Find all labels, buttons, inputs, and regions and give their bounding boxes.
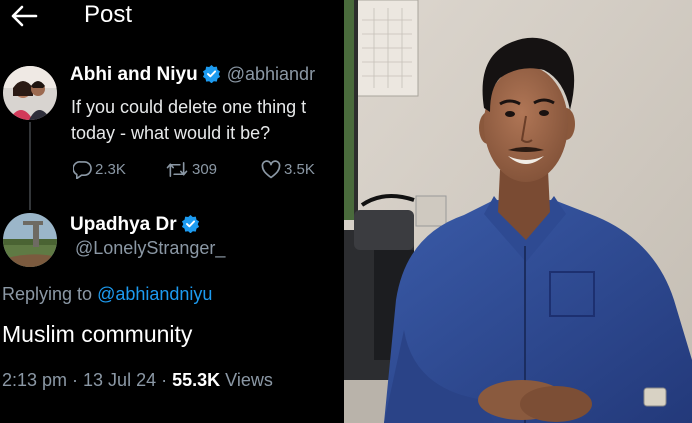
replying-to-mention[interactable]: @abhiandniyu	[97, 284, 212, 304]
reply-author-avatar[interactable]	[3, 213, 57, 267]
post-header: Post	[0, 0, 344, 40]
like-button[interactable]: 3.5K	[261, 160, 315, 179]
verified-badge-icon	[181, 214, 200, 239]
reply-button[interactable]: 2.3K	[73, 160, 126, 179]
reply-icon	[73, 160, 92, 179]
views-label: Views	[220, 370, 273, 390]
reply-text: Muslim community	[2, 321, 193, 347]
post-text-line-1: If you could delete one thing t	[71, 97, 307, 117]
author-handle[interactable]: @abhiandr	[227, 64, 315, 84]
thread-line	[29, 122, 31, 210]
repost-count: 309	[192, 161, 218, 178]
reply-author-handle[interactable]: @LonelyStranger_	[75, 238, 225, 259]
person-photo	[344, 0, 692, 423]
post-text-line-2: today - what would it be?	[71, 123, 271, 143]
reply-timestamp[interactable]: 2:13 pm · 13 Jul 24 ·	[2, 370, 172, 390]
verified-badge-icon	[202, 64, 221, 89]
reply-meta: 2:13 pm · 13 Jul 24 · 55.3K Views	[2, 370, 273, 391]
author-avatar[interactable]	[3, 66, 57, 120]
author-name-row: Abhi and Niyu @abhiandr	[70, 64, 315, 89]
views-count: 55.3K	[172, 370, 221, 390]
author-name[interactable]: Abhi and Niyu	[70, 64, 198, 85]
back-arrow-icon[interactable]	[10, 4, 38, 28]
post-text: If you could delete one thing t today - …	[71, 94, 344, 146]
like-icon	[261, 160, 281, 179]
like-count: 3.5K	[284, 161, 315, 178]
replying-to-label: Replying to	[2, 284, 98, 304]
page-title: Post	[84, 1, 133, 28]
reply-author-name-row: Upadhya Dr	[70, 214, 206, 239]
reply-author-name[interactable]: Upadhya Dr	[70, 214, 177, 235]
replying-to-line: Replying to @abhiandniyu	[2, 284, 212, 305]
repost-button[interactable]: 309	[165, 160, 217, 179]
reply-count: 2.3K	[95, 161, 126, 178]
post-panel: Post Abhi and Niyu @abhiandr If you could…	[0, 0, 344, 423]
repost-icon	[165, 160, 189, 179]
